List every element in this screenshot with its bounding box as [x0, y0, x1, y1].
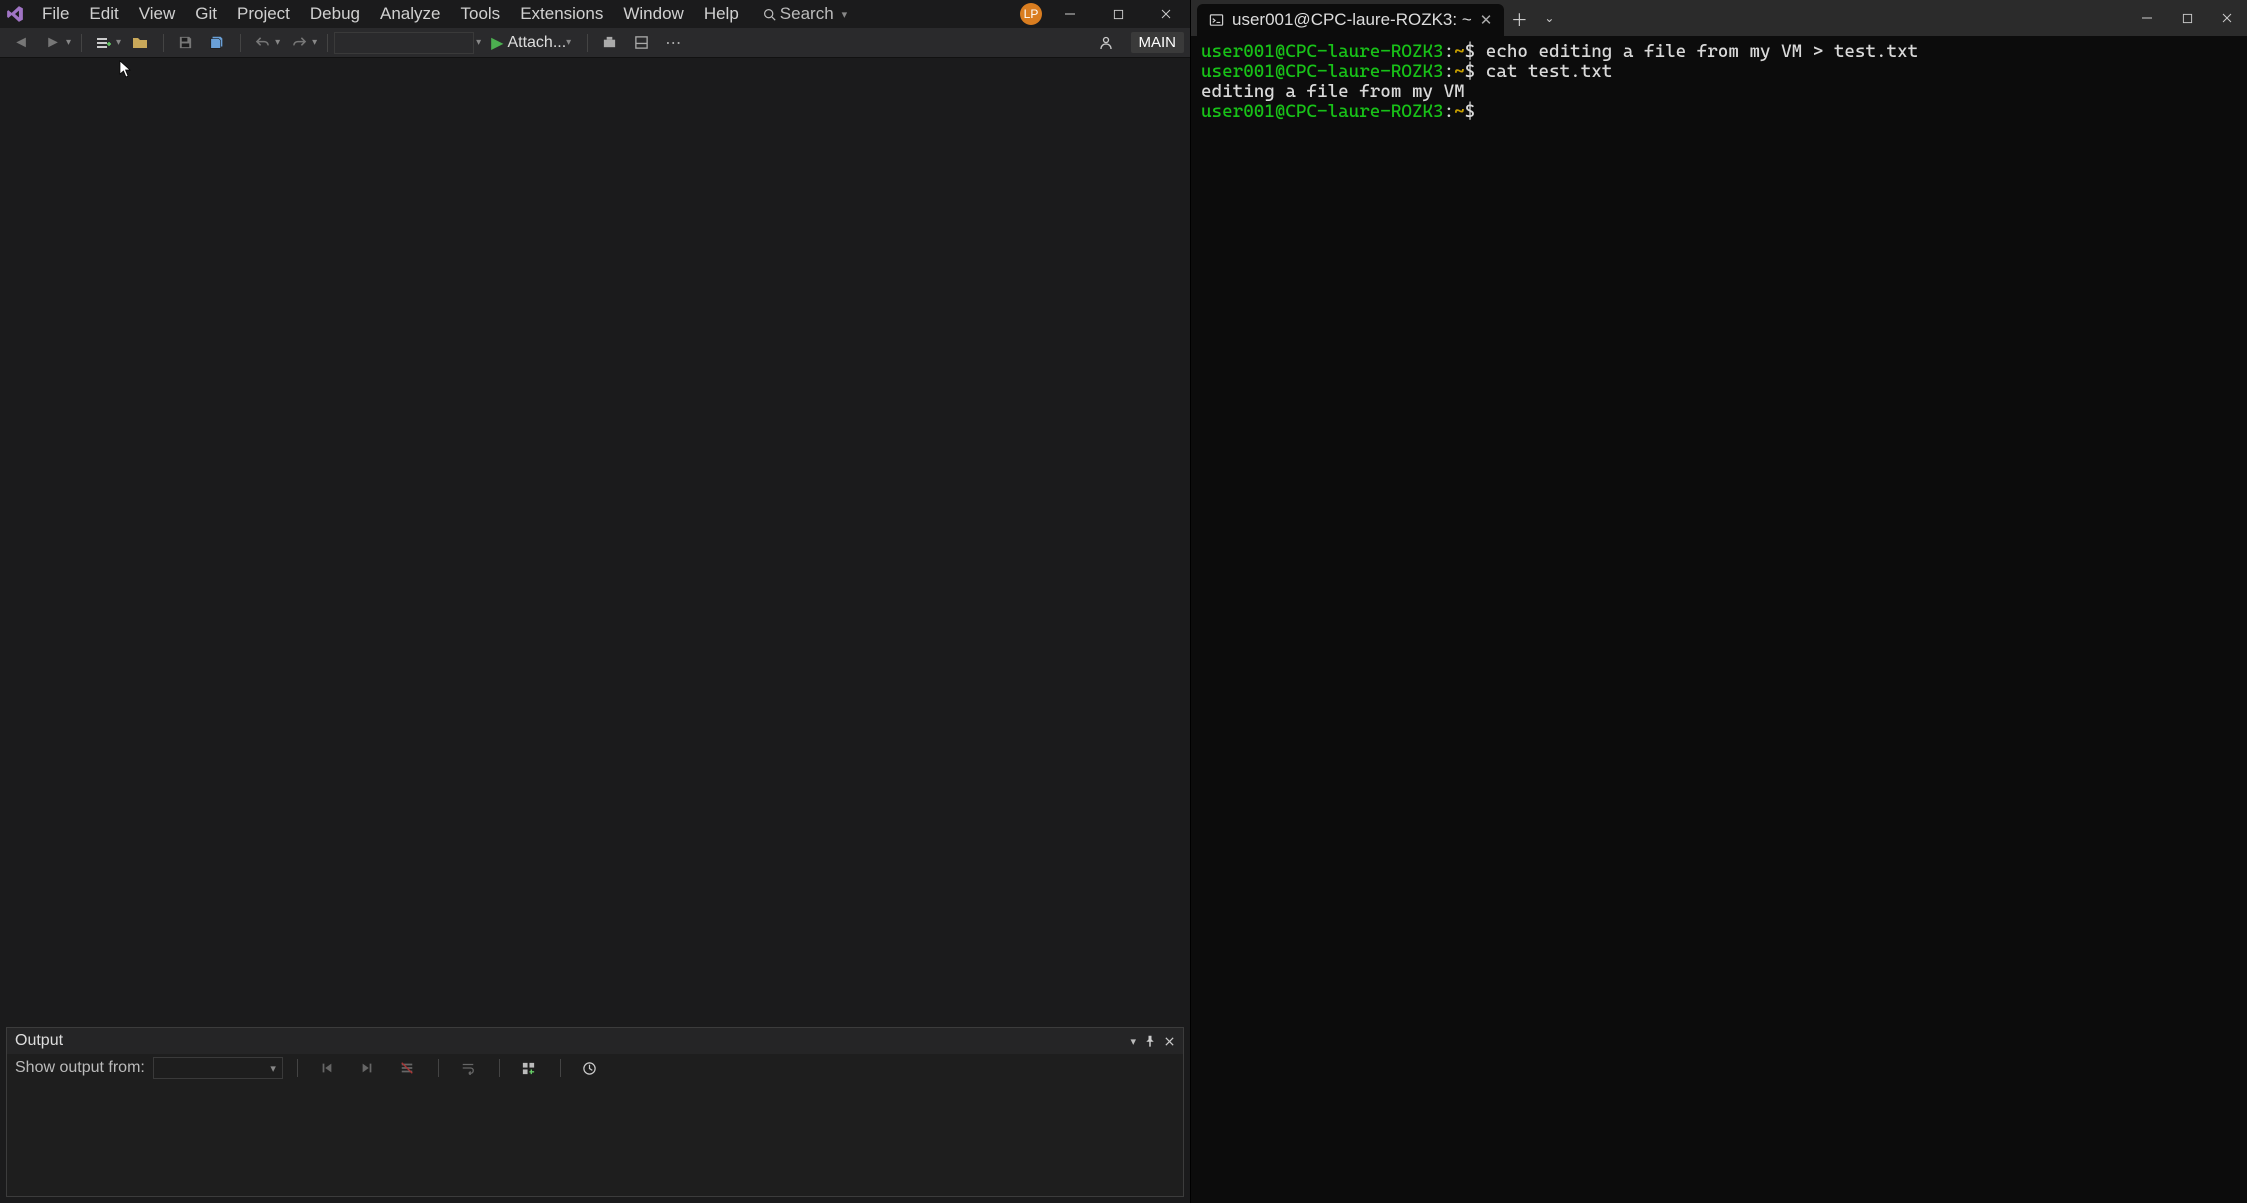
menu-window[interactable]: Window — [613, 2, 693, 26]
solution-config-dropdown[interactable] — [334, 32, 474, 54]
new-tab-button[interactable]: ＋ — [1504, 3, 1534, 33]
vs-toolbar: ◄ ► ▾ ▾ ▾ ▾ ▾ ▶ Attach... — [0, 28, 1190, 58]
chevron-down-icon: ▾ — [566, 37, 571, 48]
toolbar-separator — [587, 34, 588, 52]
pin-icon[interactable] — [1144, 1035, 1156, 1047]
save-button[interactable] — [170, 30, 200, 56]
search-icon — [763, 8, 776, 21]
output-clear-button[interactable] — [392, 1055, 422, 1081]
terminal-tab[interactable]: user001@CPC-laure-ROZK3: ~ ✕ — [1197, 4, 1504, 36]
toolbar-right: MAIN — [1091, 30, 1185, 56]
vs-logo-icon — [4, 3, 26, 25]
overflow-button[interactable]: ⋯ — [658, 30, 688, 56]
close-icon[interactable] — [1164, 1036, 1175, 1047]
minimize-button[interactable] — [1050, 0, 1090, 28]
chevron-down-icon[interactable]: ▾ — [476, 37, 481, 48]
vs-titlebar-right: LP — [1020, 0, 1186, 28]
toolbar-separator — [499, 1059, 500, 1077]
vs-search-box[interactable]: Search ▾ — [757, 3, 853, 25]
chevron-down-icon[interactable]: ▾ — [275, 37, 280, 48]
main-branch-badge[interactable]: MAIN — [1131, 32, 1185, 53]
toolbar-separator — [327, 34, 328, 52]
menu-debug[interactable]: Debug — [300, 2, 370, 26]
redo-button[interactable] — [284, 30, 314, 56]
toolbar-separator — [240, 34, 241, 52]
toolbar-separator — [560, 1059, 561, 1077]
output-timestamp-button[interactable] — [575, 1055, 605, 1081]
chevron-down-icon: ▾ — [842, 8, 848, 21]
chevron-down-icon[interactable]: ▾ — [312, 37, 317, 48]
attach-button[interactable]: ▶ Attach... ▾ — [485, 33, 581, 53]
maximize-button[interactable] — [2167, 4, 2207, 32]
menu-edit[interactable]: Edit — [79, 2, 128, 26]
output-panel-toolbar: Show output from: ▾ — [7, 1054, 1183, 1082]
save-all-button[interactable] — [202, 30, 232, 56]
menu-help[interactable]: Help — [694, 2, 749, 26]
panel-dropdown-icon[interactable]: ▾ — [1130, 1035, 1136, 1048]
output-next-button[interactable] — [352, 1055, 382, 1081]
menu-analyze[interactable]: Analyze — [370, 2, 450, 26]
output-panel-titlebar: Output ▾ — [7, 1028, 1183, 1054]
terminal-window-buttons — [2127, 4, 2247, 32]
menu-view[interactable]: View — [129, 2, 186, 26]
terminal-tab-title: user001@CPC-laure-ROZK3: ~ — [1232, 10, 1472, 30]
terminal-window: user001@CPC-laure-ROZK3: ~ ✕ ＋ ⌄ user001… — [1190, 0, 2247, 1203]
toolbox-button[interactable] — [594, 30, 624, 56]
vs-menubar: File Edit View Git Project Debug Analyze… — [0, 0, 1190, 28]
vs-search-label: Search — [780, 4, 834, 24]
play-icon: ▶ — [491, 33, 503, 53]
menu-extensions[interactable]: Extensions — [510, 2, 613, 26]
menu-git[interactable]: Git — [185, 2, 227, 26]
toolbar-separator — [163, 34, 164, 52]
toolbar-separator — [438, 1059, 439, 1077]
output-prev-button[interactable] — [312, 1055, 342, 1081]
close-icon[interactable]: ✕ — [1480, 11, 1493, 29]
live-share-icon[interactable] — [1091, 30, 1121, 56]
chevron-down-icon[interactable]: ▾ — [66, 37, 71, 48]
menu-file[interactable]: File — [32, 2, 79, 26]
attach-label: Attach... — [507, 34, 566, 52]
menu-tools[interactable]: Tools — [451, 2, 511, 26]
undo-button[interactable] — [247, 30, 277, 56]
maximize-button[interactable] — [1098, 0, 1138, 28]
nav-fwd-button[interactable]: ► — [38, 30, 68, 56]
output-source-dropdown[interactable]: ▾ — [153, 1057, 283, 1079]
minimize-button[interactable] — [2127, 4, 2167, 32]
output-panel: Output ▾ Show output from: ▾ — [6, 1027, 1184, 1197]
output-settings-button[interactable] — [514, 1055, 544, 1081]
terminal-body[interactable]: user001@CPC-laure-ROZK3:~$ echo editing … — [1191, 36, 2247, 1203]
close-button[interactable] — [1146, 0, 1186, 28]
output-panel-title: Output — [15, 1032, 63, 1050]
output-panel-body[interactable] — [7, 1082, 1183, 1196]
menu-project[interactable]: Project — [227, 2, 300, 26]
new-item-button[interactable] — [88, 30, 118, 56]
tab-dropdown-button[interactable]: ⌄ — [1534, 3, 1564, 33]
mouse-cursor-icon — [119, 60, 133, 78]
vs-menu-items: File Edit View Git Project Debug Analyze… — [32, 2, 749, 26]
vs-editor-area — [0, 58, 1190, 1027]
terminal-icon — [1209, 13, 1224, 28]
chevron-down-icon[interactable]: ▾ — [116, 37, 121, 48]
visual-studio-window: File Edit View Git Project Debug Analyze… — [0, 0, 1190, 1203]
user-avatar-badge[interactable]: LP — [1020, 3, 1042, 25]
toolbar-separator — [81, 34, 82, 52]
close-button[interactable] — [2207, 4, 2247, 32]
toolbar-separator — [297, 1059, 298, 1077]
show-output-from-label: Show output from: — [15, 1059, 145, 1077]
panel-toggle-button[interactable] — [626, 30, 656, 56]
open-file-button[interactable] — [125, 30, 155, 56]
terminal-titlebar: user001@CPC-laure-ROZK3: ~ ✕ ＋ ⌄ — [1191, 0, 2247, 36]
output-wrap-button[interactable] — [453, 1055, 483, 1081]
nav-back-button[interactable]: ◄ — [6, 30, 36, 56]
